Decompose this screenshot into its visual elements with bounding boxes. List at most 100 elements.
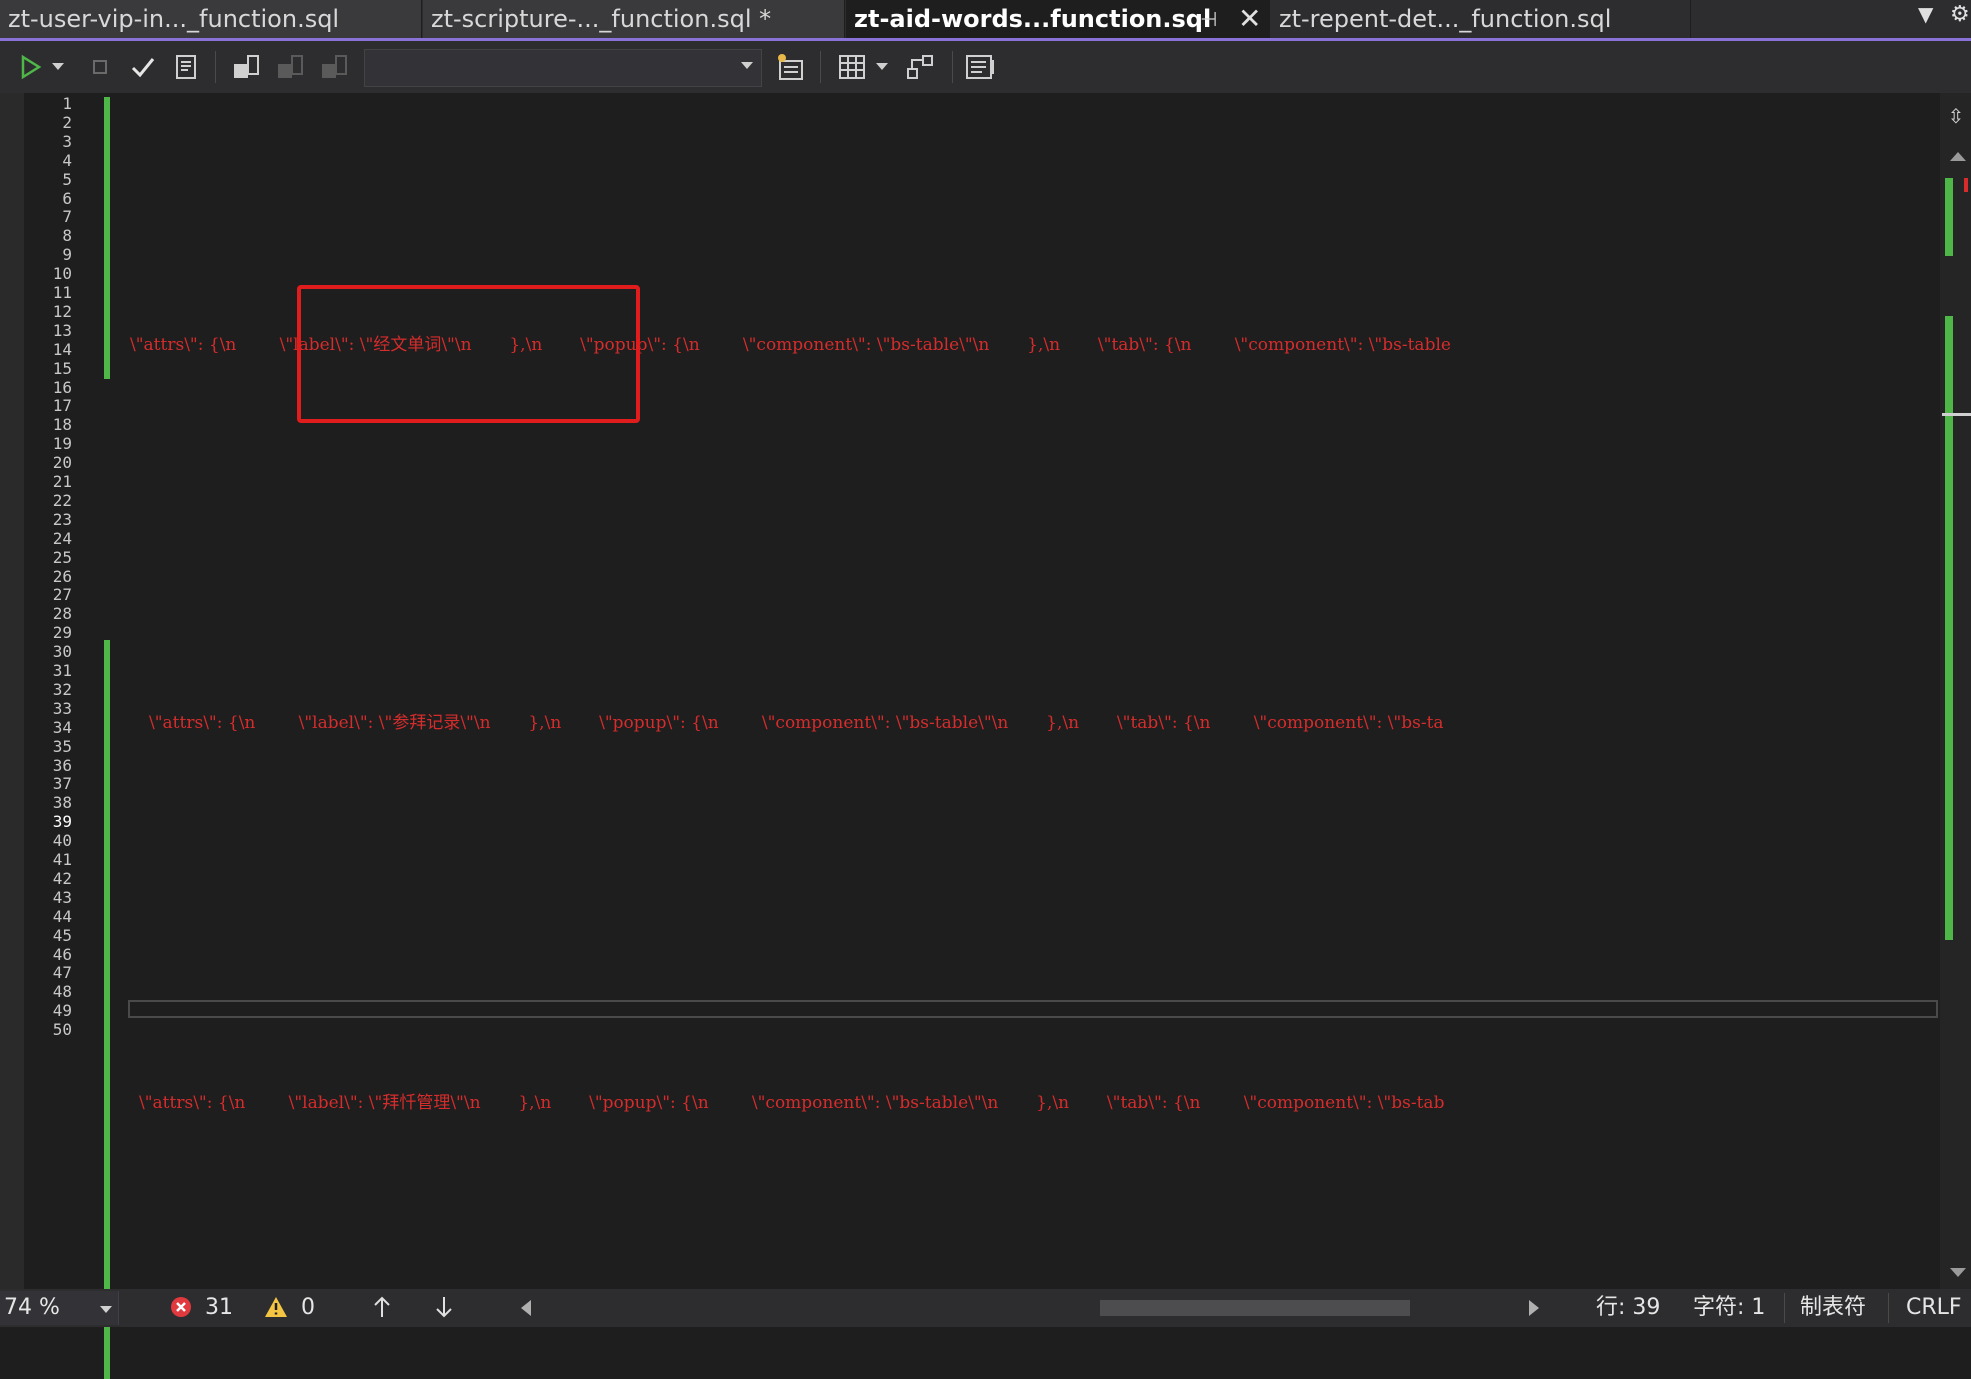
line-number: 24 bbox=[52, 528, 72, 548]
line-number: 45 bbox=[52, 925, 72, 945]
line-number: 20 bbox=[52, 453, 72, 473]
char-position[interactable]: 字符: 1 bbox=[1693, 1289, 1765, 1327]
scroll-map-change-marker bbox=[1945, 316, 1953, 940]
gear-icon[interactable]: ⚙ bbox=[1950, 2, 1970, 27]
horizontal-scrollbar-thumb[interactable] bbox=[1100, 1300, 1410, 1316]
line-number: 27 bbox=[52, 585, 72, 605]
status-separator bbox=[1888, 1293, 1889, 1323]
code-line[interactable]: \"attrs\": {\n \"label\": \"参拜记录\"\n },\… bbox=[149, 709, 1959, 737]
tab-user-vip-function[interactable]: zt-user-vip-in..._function.sql bbox=[0, 0, 422, 38]
line-number: 26 bbox=[52, 566, 72, 586]
line-number: 23 bbox=[52, 509, 72, 529]
line-number: 2 bbox=[62, 112, 72, 132]
tab-label: zt-aid-words...function.sql bbox=[854, 5, 1212, 33]
toolbar-separator bbox=[952, 51, 953, 83]
scroll-right-icon[interactable] bbox=[1528, 1289, 1540, 1327]
line-number: 48 bbox=[52, 982, 72, 1002]
line-number: 15 bbox=[52, 358, 72, 378]
database-select[interactable] bbox=[364, 49, 762, 87]
zoom-select[interactable]: 74 % bbox=[0, 1291, 119, 1325]
line-number: 25 bbox=[52, 547, 72, 567]
query-options-icon[interactable] bbox=[772, 49, 808, 85]
chevron-down-icon bbox=[100, 1306, 112, 1313]
tab-label: zt-repent-det..._function.sql bbox=[1279, 5, 1612, 33]
line-number: 39 bbox=[52, 812, 72, 832]
line-number: 42 bbox=[52, 868, 72, 888]
change-connection-icon[interactable] bbox=[316, 49, 352, 85]
line-number: 40 bbox=[52, 831, 72, 851]
next-issue-icon[interactable] bbox=[434, 1289, 454, 1327]
show-plan-icon[interactable] bbox=[902, 49, 938, 85]
tab-label: zt-scripture-..._function.sql * bbox=[431, 5, 772, 33]
line-number: 17 bbox=[52, 396, 72, 416]
error-count-button[interactable]: 31 bbox=[170, 1289, 233, 1327]
line-number: 50 bbox=[52, 1020, 72, 1040]
sql-editor[interactable]: 1 2 3 4 5 6 7 8 9 10 11 12 13 14 15 16 17 18 19 20 21 22 23 24 2… bbox=[0, 93, 1971, 1379]
tab-scripture-function[interactable]: zt-scripture-..._function.sql * bbox=[423, 0, 845, 38]
line-number: 5 bbox=[62, 169, 72, 189]
zoom-level: 74 % bbox=[4, 1295, 60, 1320]
line-number: 8 bbox=[62, 226, 72, 246]
line-number: 6 bbox=[62, 188, 72, 208]
split-editor-icon[interactable]: ⇳ bbox=[1944, 104, 1968, 134]
line-number: 44 bbox=[52, 906, 72, 926]
parse-check-icon[interactable] bbox=[125, 49, 161, 85]
change-tracking-bar bbox=[104, 97, 110, 379]
estimated-plan-icon[interactable] bbox=[168, 49, 204, 85]
error-icon bbox=[171, 1297, 191, 1317]
line-number: 36 bbox=[52, 755, 72, 775]
highlight-annotation-box bbox=[297, 285, 640, 423]
line-number: 19 bbox=[52, 434, 72, 454]
tab-label: zt-user-vip-in..._function.sql bbox=[8, 5, 340, 33]
line-number: 18 bbox=[52, 415, 72, 435]
code-line[interactable]: \"attrs\": {\n \"label\": \"拜忏管理\"\n },\… bbox=[139, 1089, 1949, 1117]
tab-aid-words-function[interactable]: zt-aid-words...function.sql ⊣ ✕ bbox=[846, 0, 1270, 38]
results-dropdown-icon[interactable] bbox=[872, 49, 892, 85]
line-number: 16 bbox=[52, 377, 72, 397]
line-ending[interactable]: CRLF bbox=[1906, 1289, 1962, 1327]
status-separator bbox=[1784, 1293, 1785, 1323]
stop-icon[interactable] bbox=[82, 49, 118, 85]
scroll-map-error-marker bbox=[1964, 178, 1968, 192]
scroll-down-icon[interactable] bbox=[1950, 1268, 1966, 1277]
line-number: 34 bbox=[52, 717, 72, 737]
execute-dropdown-icon[interactable] bbox=[48, 49, 68, 85]
line-number: 7 bbox=[62, 207, 72, 227]
line-number: 14 bbox=[52, 339, 72, 359]
line-number: 31 bbox=[52, 661, 72, 680]
disconnect-icon[interactable] bbox=[272, 49, 308, 85]
pin-icon[interactable]: ⊣ bbox=[1200, 0, 1217, 38]
tab-repent-function[interactable]: zt-repent-det..._function.sql bbox=[1271, 0, 1691, 38]
connect-icon[interactable] bbox=[228, 49, 264, 85]
line-number: 49 bbox=[52, 1001, 72, 1021]
document-tab-bar: zt-user-vip-in..._function.sql zt-script… bbox=[0, 0, 1971, 38]
line-number: 1 bbox=[62, 94, 72, 113]
scroll-up-icon[interactable] bbox=[1950, 152, 1966, 161]
sql-toolbar bbox=[0, 41, 1971, 93]
warning-count-button[interactable]: 0 bbox=[264, 1289, 315, 1327]
tab-overflow-icon[interactable]: ▼ bbox=[1918, 2, 1933, 26]
line-number: 21 bbox=[52, 472, 72, 491]
warning-icon bbox=[265, 1297, 287, 1317]
line-number: 9 bbox=[62, 245, 72, 265]
scroll-map-caret-marker bbox=[1942, 413, 1971, 416]
line-number: 47 bbox=[52, 963, 72, 983]
current-line-indicator bbox=[128, 1000, 1938, 1018]
execute-icon[interactable] bbox=[12, 49, 48, 85]
line-number: 13 bbox=[52, 320, 72, 340]
line-position[interactable]: 行: 39 bbox=[1596, 1289, 1660, 1327]
line-number: 37 bbox=[52, 774, 72, 794]
toolbar-separator bbox=[820, 51, 821, 83]
scroll-left-icon[interactable] bbox=[520, 1289, 532, 1327]
results-to-grid-icon[interactable] bbox=[834, 49, 870, 85]
status-bar: 74 % 31 0 行: 39 字符: 1 制表符 CRLF bbox=[0, 1289, 1971, 1327]
results-pane-icon[interactable] bbox=[962, 49, 998, 85]
change-tracking-bar bbox=[104, 640, 110, 1379]
line-number: 29 bbox=[52, 623, 72, 643]
indent-mode[interactable]: 制表符 bbox=[1800, 1289, 1866, 1327]
close-icon[interactable]: ✕ bbox=[1238, 0, 1261, 38]
previous-issue-icon[interactable] bbox=[372, 1289, 392, 1327]
line-number: 30 bbox=[52, 642, 72, 662]
line-number: 32 bbox=[52, 679, 72, 699]
line-number: 35 bbox=[52, 736, 72, 756]
